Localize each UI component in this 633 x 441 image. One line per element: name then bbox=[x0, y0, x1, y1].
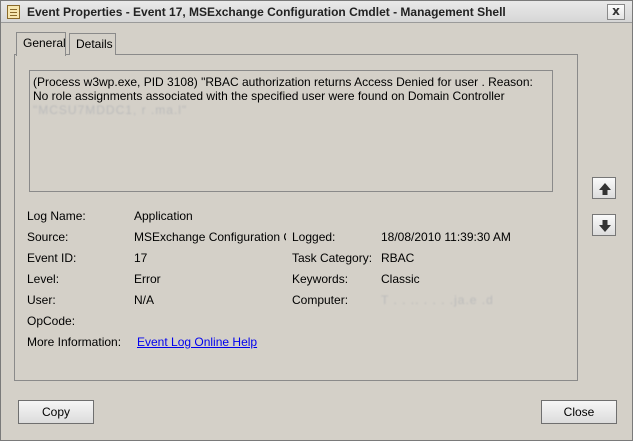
arrow-up-icon bbox=[599, 183, 611, 195]
user-value: N/A bbox=[134, 293, 155, 307]
event-log-online-help-link[interactable]: Event Log Online Help bbox=[137, 335, 257, 349]
logged-value: 18/08/2010 11:39:30 AM bbox=[381, 230, 511, 244]
source-label: Source: bbox=[27, 230, 69, 244]
next-event-button[interactable] bbox=[592, 214, 616, 236]
log-name-value: Application bbox=[134, 209, 193, 223]
window-title: Event Properties - Event 17, MSExchange … bbox=[27, 5, 506, 19]
user-label: User: bbox=[27, 293, 56, 307]
source-value: MSExchange Configuration C bbox=[134, 230, 286, 244]
copy-button[interactable]: Copy bbox=[18, 400, 94, 424]
level-value: Error bbox=[134, 272, 161, 286]
previous-event-button[interactable] bbox=[592, 177, 616, 199]
tab-details[interactable]: Details bbox=[69, 33, 116, 55]
keywords-label: Keywords: bbox=[292, 272, 349, 286]
opcode-label: OpCode: bbox=[27, 314, 76, 328]
title-bar[interactable]: Event Properties - Event 17, MSExchange … bbox=[1, 1, 632, 23]
logged-label: Logged: bbox=[292, 230, 336, 244]
tab-general[interactable]: General bbox=[16, 32, 66, 56]
window-close-button[interactable]: x bbox=[607, 4, 625, 20]
tab-details-label: Details bbox=[76, 37, 113, 51]
log-name-label: Log Name: bbox=[27, 209, 86, 223]
tab-general-label: General bbox=[23, 36, 66, 50]
event-description-redacted: "MCSU7MDDC1, r .ma.l" bbox=[33, 103, 188, 117]
more-information-label: More Information: bbox=[27, 335, 122, 349]
event-description-text: (Process w3wp.exe, PID 3108) "RBAC autho… bbox=[33, 75, 533, 103]
computer-value: T . . .. . . . .ja.e .d bbox=[381, 293, 494, 307]
keywords-value: Classic bbox=[381, 272, 420, 286]
event-properties-window: Event Properties - Event 17, MSExchange … bbox=[0, 0, 633, 441]
computer-label: Computer: bbox=[292, 293, 349, 307]
close-button[interactable]: Close bbox=[541, 400, 617, 424]
event-description-box[interactable]: (Process w3wp.exe, PID 3108) "RBAC autho… bbox=[29, 70, 553, 192]
arrow-down-icon bbox=[599, 220, 611, 232]
task-category-label: Task Category: bbox=[292, 251, 373, 265]
event-id-label: Event ID: bbox=[27, 251, 77, 265]
event-id-value: 17 bbox=[134, 251, 148, 265]
task-category-value: RBAC bbox=[381, 251, 415, 265]
level-label: Level: bbox=[27, 272, 60, 286]
event-log-icon bbox=[7, 5, 20, 19]
